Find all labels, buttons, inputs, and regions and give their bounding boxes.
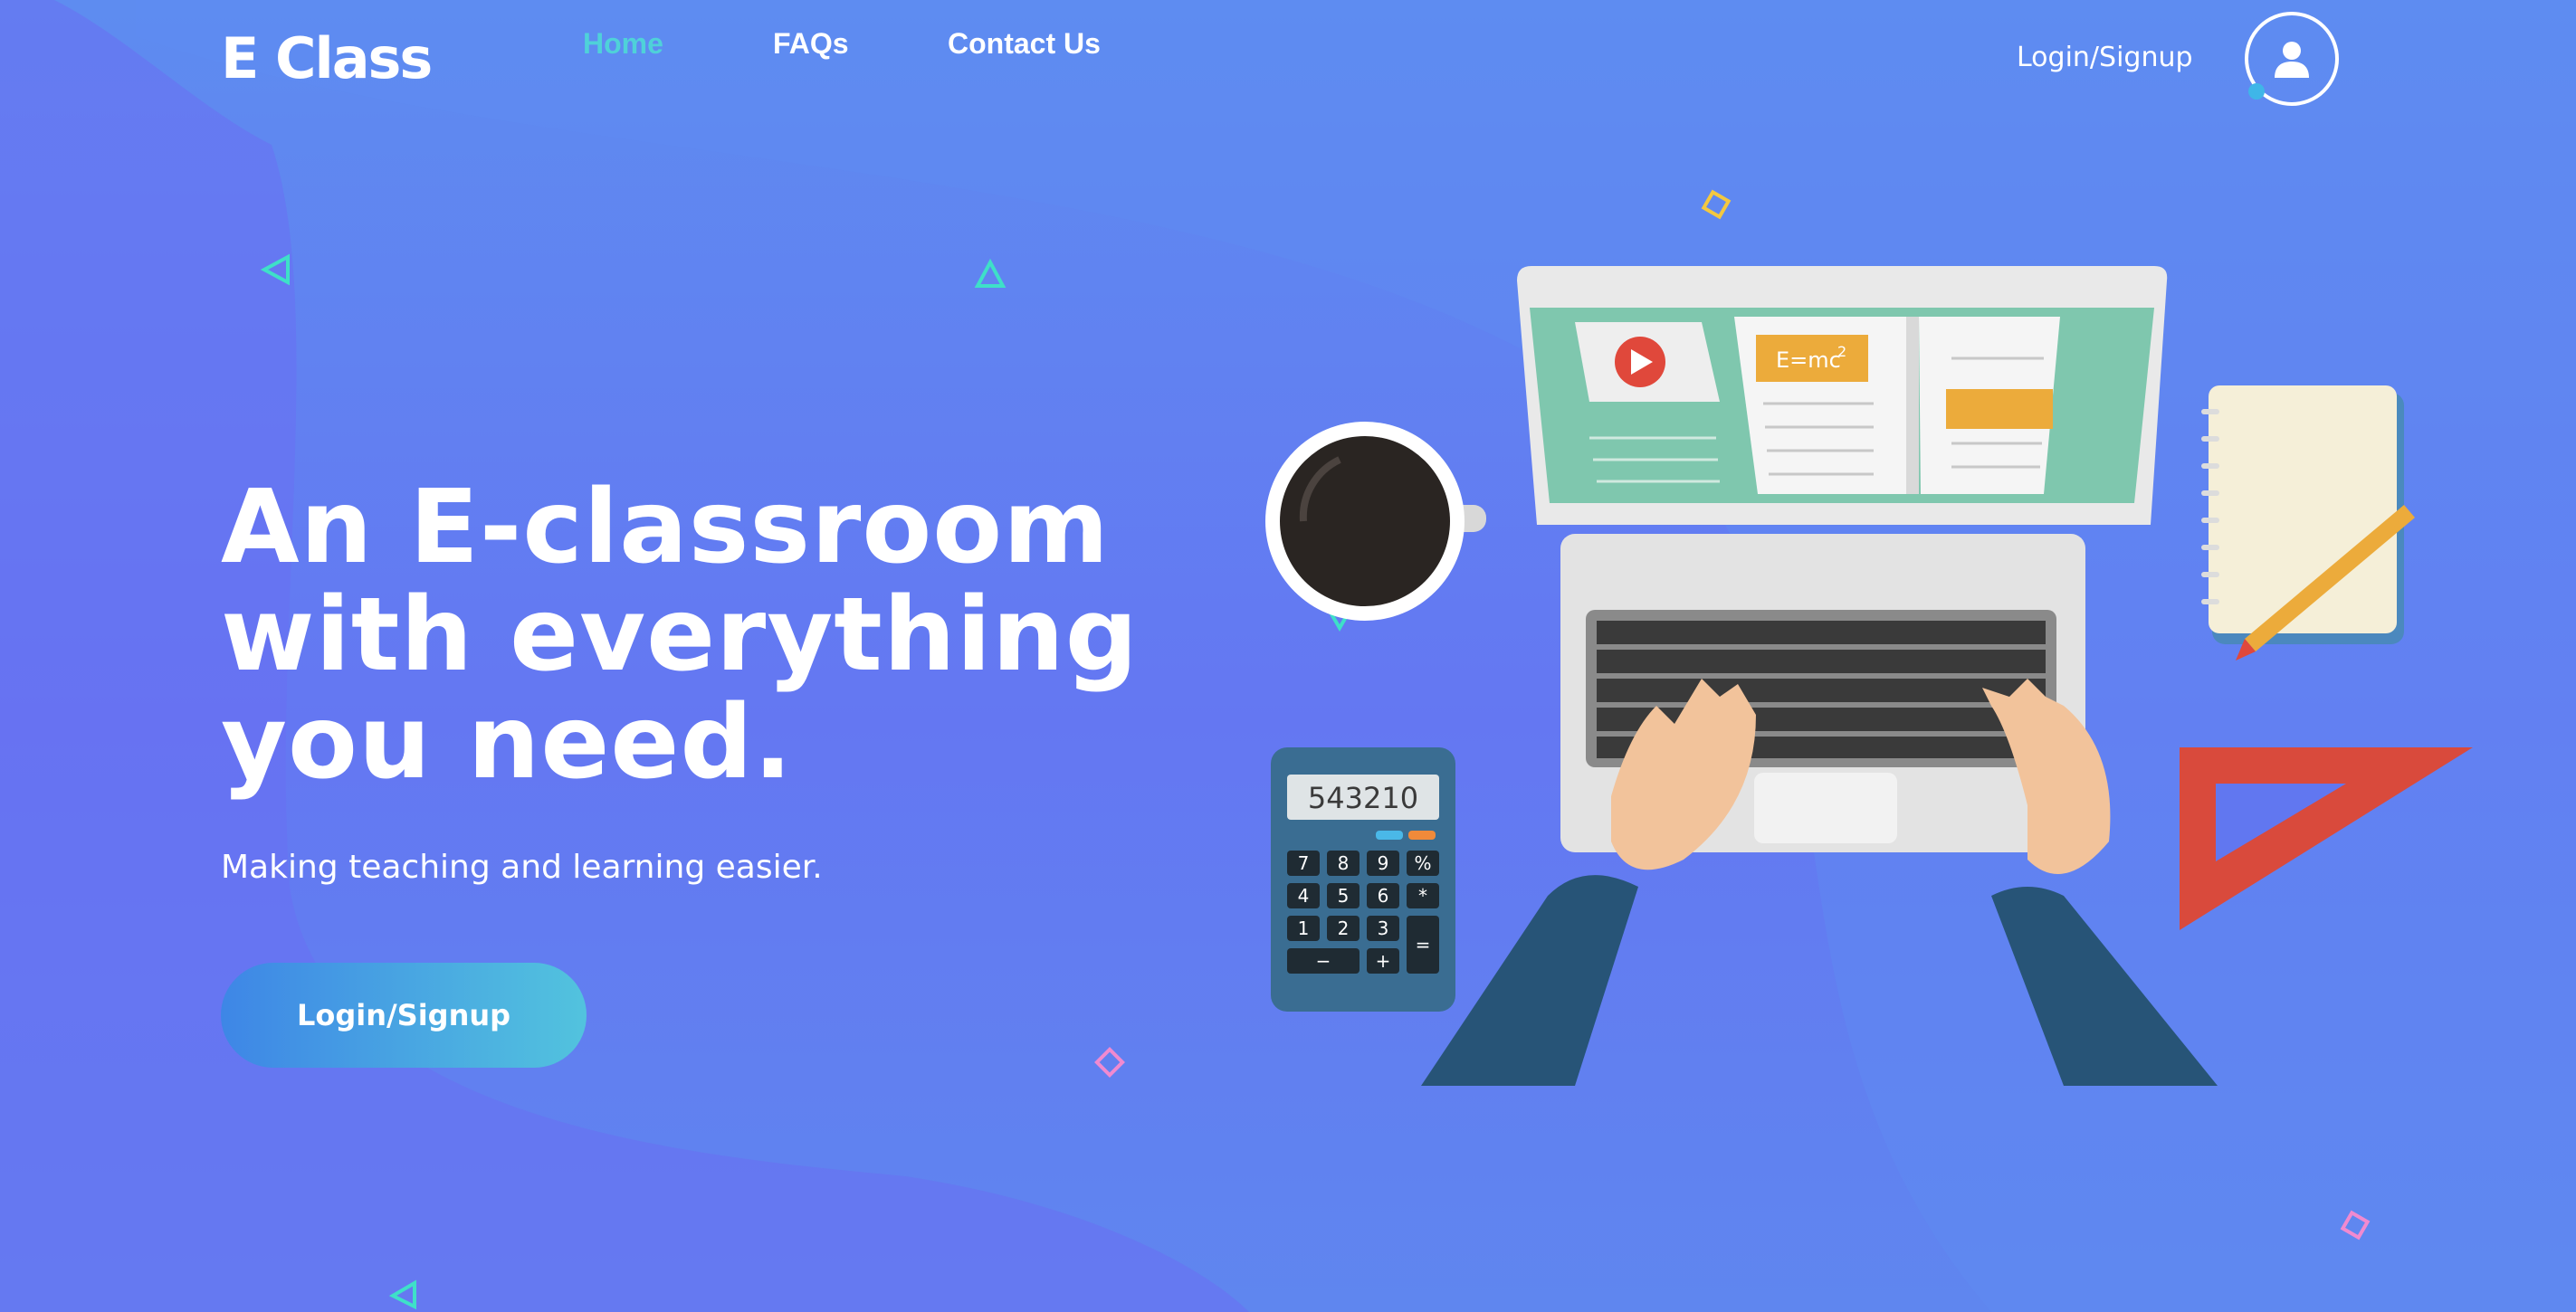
brand-logo[interactable]: E Class [221, 25, 433, 91]
nav-faqs-link[interactable]: FAQs [773, 27, 849, 61]
calc-key: 5 [1338, 885, 1350, 907]
calc-key: − [1316, 950, 1331, 972]
user-icon [2275, 42, 2309, 78]
calc-key: 1 [1298, 917, 1310, 939]
hero-title-line: An E-classroom [221, 469, 1110, 586]
calc-key: % [1414, 852, 1431, 874]
calc-key: 6 [1378, 885, 1389, 907]
triangle-deco-icon [974, 259, 1007, 288]
triangle-deco-icon [260, 253, 290, 286]
calc-key: 7 [1298, 852, 1310, 874]
calculator-icon: 543210 7 8 9 % 4 5 6 * 1 2 3 − + = [1271, 747, 1455, 1012]
hero-subtitle: Making teaching and learning easier. [221, 849, 823, 886]
calc-key: = [1416, 934, 1431, 955]
formula-text: E=mc [1776, 347, 1841, 373]
coffee-cup-icon [1265, 422, 1486, 621]
hero-title-line: with everything [221, 576, 1139, 694]
hero-title: An E-classroom with everything you need. [221, 469, 1139, 802]
calc-key: + [1376, 950, 1391, 972]
diamond-deco-icon [1094, 1047, 1125, 1078]
nav-login-link[interactable]: Login/Signup [2017, 42, 2193, 73]
calc-key: 2 [1338, 917, 1350, 939]
ruler-icon [2180, 747, 2473, 930]
workspace-illustration: E=mc 2 543210 7 8 9 % 4 5 6 * 1 2 3 − + … [1265, 266, 2473, 1086]
calc-key: 9 [1378, 852, 1389, 874]
diamond-deco-icon [2340, 1210, 2371, 1241]
status-dot [2248, 83, 2265, 100]
formula-exponent: 2 [1837, 343, 1846, 360]
calc-key: 4 [1298, 885, 1310, 907]
hero-title-line: you need. [221, 684, 794, 802]
notebook-icon [2201, 385, 2415, 661]
calc-key: 8 [1338, 852, 1350, 874]
calculator-display: 543210 [1308, 781, 1418, 815]
calc-key: * [1418, 885, 1427, 907]
nav-contact-link[interactable]: Contact Us [948, 27, 1101, 61]
triangle-deco-icon [388, 1279, 416, 1310]
hero-login-button[interactable]: Login/Signup [221, 963, 587, 1068]
calc-key: 3 [1378, 917, 1389, 939]
nav-home-link[interactable]: Home [583, 27, 663, 61]
